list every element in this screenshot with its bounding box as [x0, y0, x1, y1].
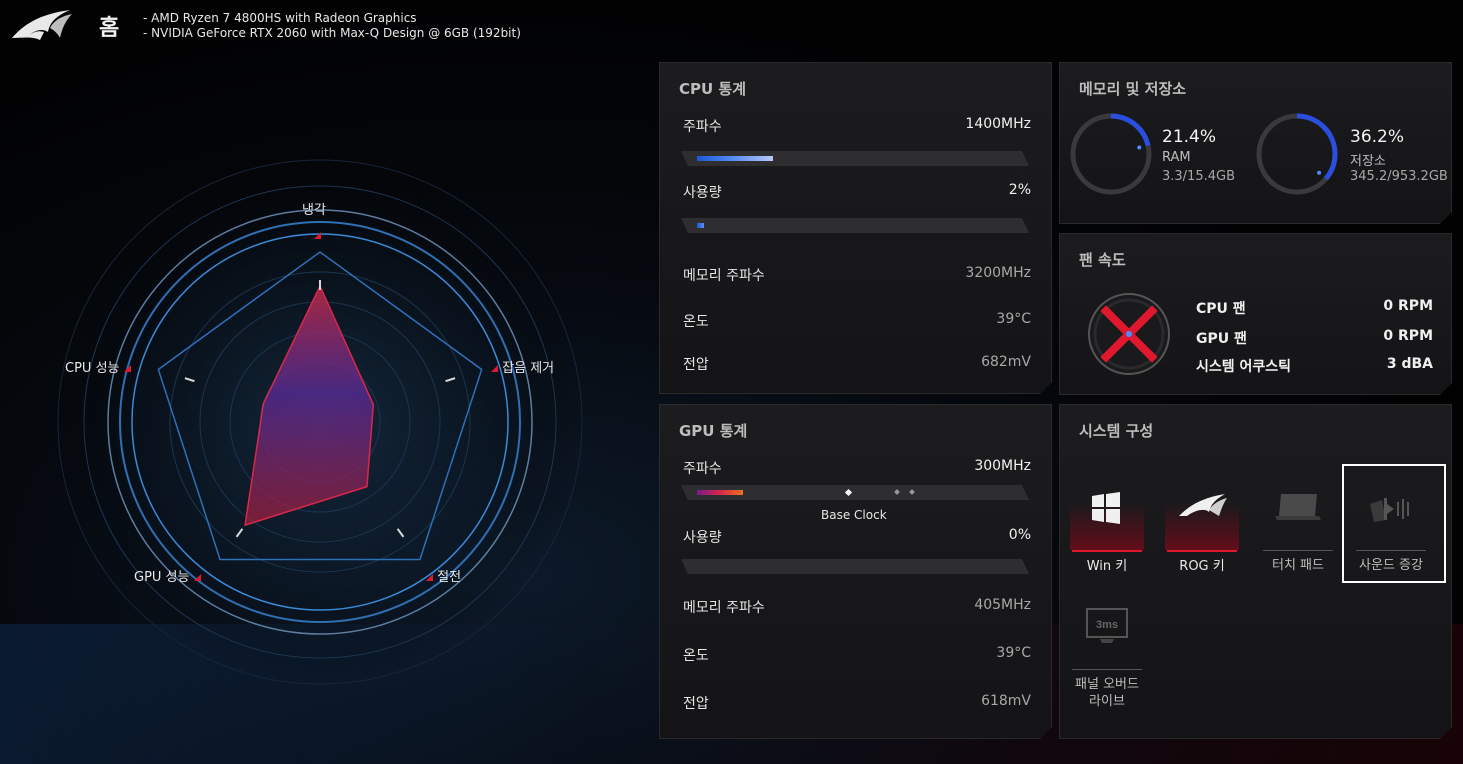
config-panel-overdrive[interactable]: 3ms 패널 오버드 라이브 [1070, 605, 1144, 710]
noise-marker-icon [491, 365, 498, 372]
gpu-info: NVIDIA GeForce RTX 2060 with Max-Q Desig… [143, 26, 521, 41]
cpu-usage-bar-fill [697, 223, 704, 228]
cpu-voltage-row: 전압 682mV [683, 354, 1031, 373]
gpu-stats-panel: GPU 통계 주파수 300MHz Base Clock 사용량 0% 메모리 주파… [659, 404, 1052, 739]
system-info: AMD Ryzen 7 4800HS with Radeon Graphics … [143, 11, 521, 41]
clock-marker-icon [909, 489, 915, 495]
fan-row-gpu: GPU 팬0 RPM [1196, 328, 1433, 347]
radar-label-noise: 잡음 제거 [491, 357, 554, 376]
fan-icon [1086, 291, 1172, 377]
rog-icon [1165, 490, 1239, 550]
radar-label-cpu: CPU 성능 [65, 357, 131, 376]
ram-label: RAM [1162, 150, 1191, 165]
gpu-temp-row: 온도 39°C [683, 645, 1031, 664]
cpu-freq-row: 주파수 1400MHz [683, 116, 1031, 135]
radar-label-cooling: 냉각 [302, 203, 326, 218]
cooling-marker-icon [314, 232, 321, 239]
fan-row-cpu: CPU 팬0 RPM [1196, 298, 1433, 317]
cpu-stats-panel: CPU 통계 주파수 1400MHz 사용량 2% 메모리 주파수 3200MHz 온… [659, 62, 1052, 394]
overdrive-icon-text: 3ms [1096, 619, 1118, 631]
power-saving-marker-icon [426, 574, 433, 581]
panel-title: 시스템 구성 [1079, 422, 1154, 440]
panel-overdrive-icon: 3ms [1070, 605, 1144, 669]
radar-label-gpu: GPU 성능 [134, 566, 201, 585]
ram-detail: 3.3/15.4GB [1162, 169, 1235, 184]
clock-marker-icon [894, 489, 900, 495]
cpu-freq-bar [681, 151, 1029, 166]
touchpad-icon [1261, 490, 1335, 550]
page-title: 홈 [99, 16, 120, 41]
storage-label: 저장소 [1350, 154, 1386, 169]
cpu-mem-freq-row: 메모리 주파수 3200MHz [683, 265, 1031, 284]
selection-highlight [1342, 464, 1446, 583]
panel-title: CPU 통계 [679, 80, 747, 98]
base-clock-marker-icon [845, 489, 852, 496]
cpu-freq-bar-fill [697, 156, 773, 161]
gpu-freq-bar-fill [697, 490, 743, 495]
memory-storage-panel: 메모리 및 저장소 21.4% RAM 3.3/15.4GB 36.2% 저장소… [1059, 62, 1452, 224]
panel-title: 팬 속도 [1079, 251, 1126, 269]
ram-usage-ring [1068, 111, 1154, 197]
storage-percent: 36.2% [1350, 127, 1405, 147]
cpu-usage-bar [681, 218, 1029, 233]
gpu-mem-freq-row: 메모리 주파수 405MHz [683, 597, 1031, 616]
panel-title: 메모리 및 저장소 [1079, 80, 1187, 98]
cpu-temp-row: 온도 39°C [683, 311, 1031, 330]
gpu-voltage-row: 전압 618mV [683, 693, 1031, 712]
storage-detail: 345.2/953.2GB [1350, 169, 1448, 184]
storage-usage-ring [1254, 111, 1340, 197]
gpu-usage-bar [681, 559, 1029, 574]
fan-row-acoustic: 시스템 어쿠스틱 3 dBA [1196, 356, 1433, 375]
panel-title: GPU 통계 [679, 422, 748, 440]
config-touchpad[interactable]: 터치 패드 [1261, 490, 1335, 574]
config-rog-key[interactable]: ROG 키 [1165, 490, 1239, 575]
config-win-key[interactable]: Win 키 [1070, 490, 1144, 575]
gpu-usage-row: 사용량 0% [683, 527, 1031, 546]
windows-icon [1070, 490, 1144, 550]
gpu-freq-bar [681, 485, 1029, 500]
ram-percent: 21.4% [1162, 127, 1217, 147]
cpu-info: AMD Ryzen 7 4800HS with Radeon Graphics [143, 11, 521, 26]
fan-speed-panel: 팬 속도 CPU 팬0 RPM GPU 팬0 RPM 시스템 어쿠스틱 3 dBA [1059, 233, 1452, 395]
base-clock-label: Base Clock [821, 508, 887, 522]
radar-label-power-saving: 절전 [426, 566, 461, 585]
cpu-marker-icon [123, 365, 131, 372]
gpu-marker-icon [193, 574, 201, 581]
gpu-freq-row: 주파수 300MHz [683, 458, 1031, 477]
cpu-usage-row: 사용량 2% [683, 182, 1031, 201]
rog-logo-icon [12, 10, 72, 40]
